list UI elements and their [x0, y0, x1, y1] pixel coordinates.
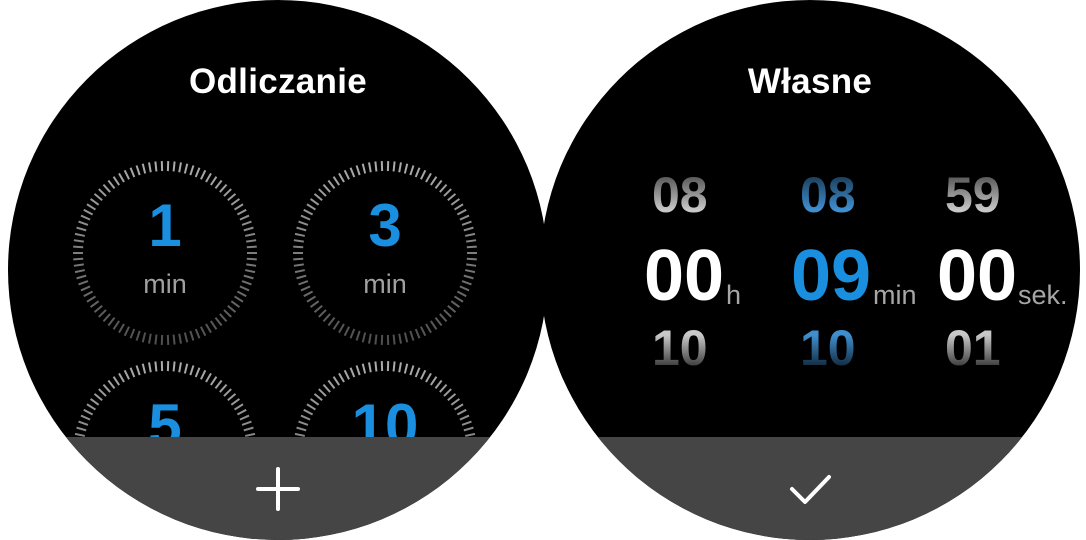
minutes-unit: min — [873, 282, 917, 309]
hours-unit: h — [726, 282, 741, 309]
seconds-prev: 59 — [945, 170, 1001, 220]
page-title: Odliczanie — [8, 62, 548, 102]
custom-timer-screen: Własne 08 00 h 10 08 09 min 10 59 00 sek… — [540, 0, 1080, 540]
seconds-unit: sek. — [1018, 282, 1068, 309]
preset-value: 3 — [290, 196, 480, 256]
hours-prev: 08 — [652, 170, 708, 220]
preset-1-min[interactable]: 1 min — [70, 158, 260, 348]
page-title: Własne — [540, 62, 1080, 102]
minutes-next: 10 — [800, 323, 856, 373]
seconds-current: 00 — [937, 240, 1017, 312]
minutes-prev: 08 — [800, 170, 856, 220]
minutes-current: 09 — [791, 240, 871, 312]
preset-3-min[interactable]: 3 min — [290, 158, 480, 348]
preset-value: 1 — [70, 196, 260, 256]
bottom-action-bar — [540, 437, 1080, 540]
bottom-action-bar — [8, 437, 548, 540]
seconds-next: 01 — [945, 323, 1001, 373]
countdown-screen: Odliczanie 1 min 3 min 5 10 — [8, 0, 548, 540]
hours-next: 10 — [652, 323, 708, 373]
plus-icon[interactable] — [248, 459, 308, 519]
preset-unit: min — [70, 271, 260, 298]
checkmark-icon[interactable] — [780, 459, 840, 519]
hours-current: 00 — [644, 240, 724, 312]
preset-unit: min — [290, 271, 480, 298]
